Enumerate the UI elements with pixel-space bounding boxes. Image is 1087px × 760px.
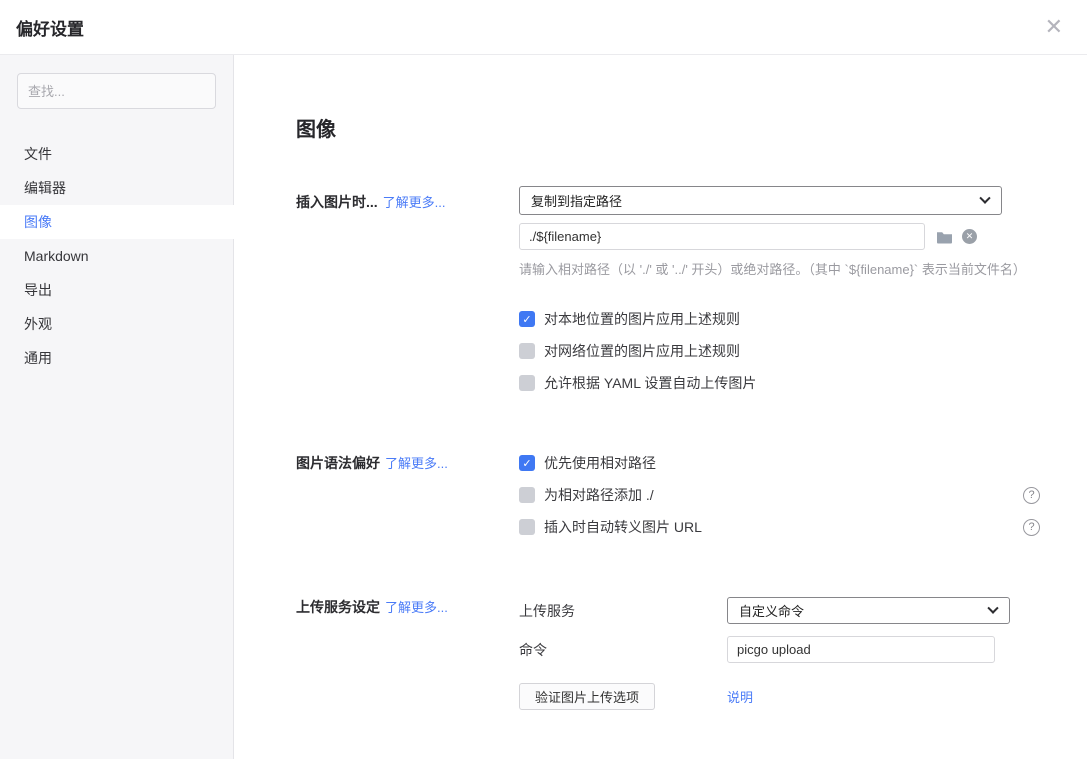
checkbox-label[interactable]: 为相对路径添加 ./ (544, 485, 654, 505)
insert-image-section-label: 插入图片时... (296, 194, 378, 210)
path-hint-text: 请输入相对路径（以 './' 或 '../' 开头）或绝对路径。（其中 `${f… (519, 259, 1040, 278)
escape-url-checkbox[interactable] (519, 519, 535, 535)
sidebar-item-general[interactable]: 通用 (0, 341, 233, 375)
checkbox-label[interactable]: 优先使用相对路径 (544, 453, 656, 473)
checkbox-row-local-rule: 对本地位置的图片应用上述规则 (519, 309, 1040, 329)
sidebar-item-markdown[interactable]: Markdown (0, 239, 233, 273)
checkbox-row-escape-url: 插入时自动转义图片 URL ? (519, 517, 1040, 537)
validate-row: 验证图片上传选项 说明 (519, 683, 1040, 710)
validate-upload-button[interactable]: 验证图片上传选项 (519, 683, 655, 710)
upload-service-select-value: 自定义命令 (739, 601, 804, 620)
chevron-down-icon (987, 602, 998, 613)
command-row: 命令 (519, 636, 1040, 663)
folder-browse-icon[interactable] (936, 230, 953, 244)
page-title: 图像 (296, 113, 1040, 142)
sidebar-item-file[interactable]: 文件 (0, 137, 233, 171)
upload-service-section-label: 上传服务设定 (296, 599, 380, 615)
checkbox-label[interactable]: 对网络位置的图片应用上述规则 (544, 341, 740, 361)
upload-service-section: 上传服务设定了解更多... 上传服务 自定义命令 命令 验证图片上传选项 (296, 597, 1040, 710)
checkbox-row-web-rule: 对网络位置的图片应用上述规则 (519, 341, 1040, 361)
checkbox-label[interactable]: 允许根据 YAML 设置自动上传图片 (544, 373, 756, 393)
sidebar-item-editor[interactable]: 编辑器 (0, 171, 233, 205)
target-path-input[interactable] (519, 223, 925, 250)
checkbox-row-yaml-upload: 允许根据 YAML 设置自动上传图片 (519, 373, 1040, 393)
command-label: 命令 (519, 640, 727, 660)
image-syntax-section-label: 图片语法偏好 (296, 455, 380, 471)
checkbox-label[interactable]: 插入时自动转义图片 URL (544, 517, 702, 537)
upload-service-row: 上传服务 自定义命令 (519, 597, 1040, 624)
command-input[interactable] (727, 636, 995, 663)
help-icon[interactable]: ? (1023, 519, 1040, 536)
upload-service-select[interactable]: 自定义命令 (727, 597, 1010, 624)
sidebar-item-image[interactable]: 图像 (0, 205, 234, 239)
checkbox-row-add-dot-slash: 为相对路径添加 ./ ? (519, 485, 1040, 505)
clear-input-icon[interactable]: ✕ (962, 229, 977, 244)
sidebar: 文件 编辑器 图像 Markdown 导出 外观 通用 (0, 55, 234, 759)
local-rule-checkbox[interactable] (519, 311, 535, 327)
sidebar-item-export[interactable]: 导出 (0, 273, 233, 307)
upload-service-label: 上传服务 (519, 601, 727, 621)
settings-panel: 图像 插入图片时... 了解更多... 复制到指定路径 ✕ (234, 55, 1087, 759)
web-rule-checkbox[interactable] (519, 343, 535, 359)
insert-action-select[interactable]: 复制到指定路径 (519, 186, 1002, 215)
dialog-title: 偏好设置 (16, 15, 84, 40)
relative-path-checkbox[interactable] (519, 455, 535, 471)
syntax-learn-more-link[interactable]: 了解更多... (385, 456, 448, 471)
search-input[interactable] (17, 73, 216, 109)
instructions-link[interactable]: 说明 (727, 687, 753, 706)
image-syntax-section: 图片语法偏好了解更多... 优先使用相对路径 为相对路径添加 ./ ? 插入时自… (296, 453, 1040, 549)
close-icon[interactable]: ✕ (1045, 16, 1063, 38)
checkbox-label[interactable]: 对本地位置的图片应用上述规则 (544, 309, 740, 329)
insert-image-section: 插入图片时...了解更多... 复制到指定路径 ✕ 请输入相对路径（以 ' (296, 186, 1040, 405)
dialog-header: 偏好设置 ✕ (0, 0, 1087, 55)
yaml-upload-checkbox[interactable] (519, 375, 535, 391)
add-dot-slash-checkbox[interactable] (519, 487, 535, 503)
upload-learn-more-link[interactable]: 了解更多... (385, 600, 448, 615)
checkbox-row-relative-path: 优先使用相对路径 (519, 453, 1040, 473)
insert-action-select-value: 复制到指定路径 (531, 191, 622, 210)
sidebar-item-appearance[interactable]: 外观 (0, 307, 233, 341)
chevron-down-icon (979, 192, 990, 203)
help-icon[interactable]: ? (1023, 487, 1040, 504)
insert-learn-more-link[interactable]: 了解更多... (383, 195, 446, 210)
